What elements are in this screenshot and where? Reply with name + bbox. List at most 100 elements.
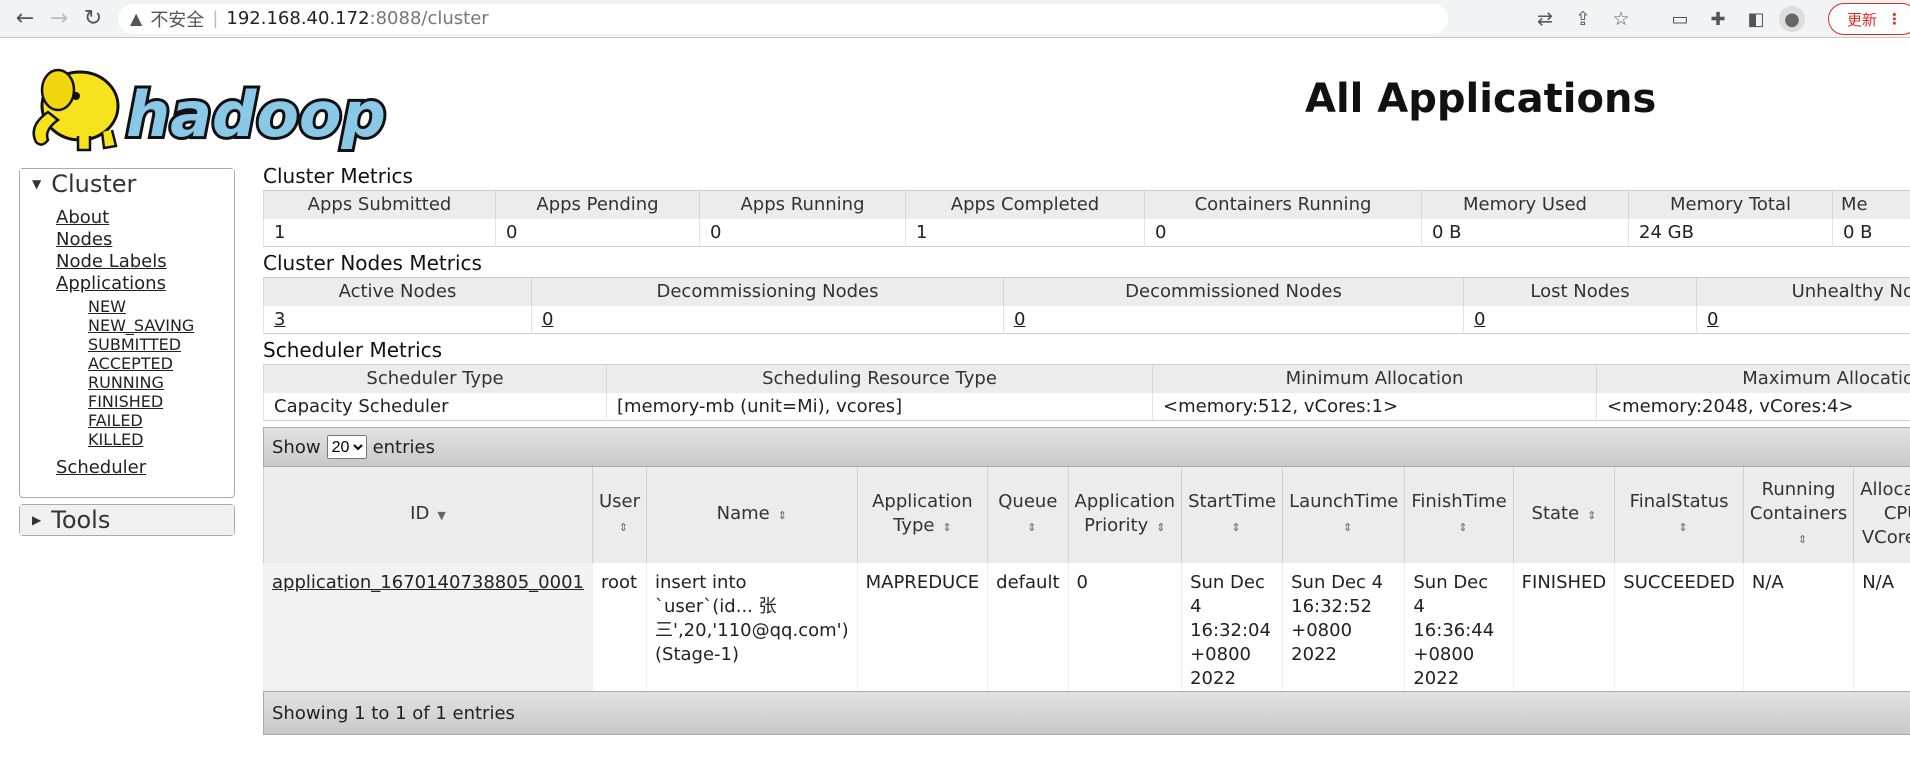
table-cell: Sun Dec 4 16:36:44 +0800 2022: [1404, 563, 1514, 691]
address-bar[interactable]: ▲ 不安全 | 192.168.40.172 :8088/cluster: [118, 3, 1448, 34]
column-header-start-time[interactable]: StartTime ⇕: [1181, 467, 1283, 563]
column-header-finish-time[interactable]: FinishTime ⇕: [1404, 467, 1514, 563]
active-nodes-link[interactable]: 3: [274, 309, 285, 330]
main-content: Cluster Metrics Apps Submitted Apps Pend…: [263, 162, 1910, 735]
side-panel-icon[interactable]: ◧: [1741, 4, 1771, 34]
entries-label: entries: [372, 436, 435, 458]
security-label: 不安全: [150, 9, 205, 31]
tools-panel[interactable]: ▶ Tools: [19, 504, 235, 536]
column-header-priority[interactable]: Application Priority ⇕: [1067, 467, 1182, 563]
table-cell: 0: [495, 218, 700, 247]
sidebar-link-accepted[interactable]: ACCEPTED: [88, 354, 234, 373]
cluster-header[interactable]: ▼ Cluster: [20, 169, 234, 199]
sort-icon: ⇕: [1156, 521, 1166, 534]
table-row: application_1670140738805_0001 root inse…: [263, 563, 1910, 691]
sidebar-link-running[interactable]: RUNNING: [88, 373, 234, 392]
column-header-final-status[interactable]: FinalStatus ⇕: [1614, 467, 1744, 563]
sidebar-link-nodes[interactable]: Nodes: [56, 229, 234, 251]
cluster-metrics-title: Cluster Metrics: [263, 164, 413, 188]
menu-kebab-icon[interactable]: ⋮: [1887, 10, 1902, 28]
header-label: User: [598, 491, 641, 512]
datatable-length-bar: Show 20 entries: [263, 427, 1910, 467]
sort-icon: ⇕: [1231, 521, 1241, 534]
translate-icon[interactable]: ⇄: [1530, 4, 1560, 34]
decommissioned-nodes-link[interactable]: 0: [1014, 309, 1025, 330]
forward-button[interactable]: →: [42, 4, 76, 34]
table-cell: SUCCEEDED: [1614, 563, 1744, 691]
column-header-queue[interactable]: Queue ⇕: [987, 467, 1069, 563]
table-cell: <memory:512, vCores:1>: [1152, 392, 1597, 421]
header-label: Queue: [998, 491, 1058, 512]
column-header-name[interactable]: Name ⇕: [646, 467, 858, 563]
table-header: Scheduler Type: [263, 364, 607, 393]
hadoop-logo: hadoop hadoop: [32, 68, 389, 154]
sort-icon: ⇕: [1678, 521, 1688, 534]
header-label: Name: [716, 503, 770, 524]
sort-icon: ⇕: [618, 521, 629, 534]
separator: |: [212, 8, 219, 29]
table-header: Maximum Allocatio: [1596, 364, 1910, 393]
table-cell: 0: [1144, 218, 1422, 247]
sidebar-link-finished[interactable]: FINISHED: [88, 392, 234, 411]
column-header-allocated-vcores[interactable]: Allocated CPU VCores⇕: [1853, 467, 1910, 563]
table-cell: insert into `user`(id... 张三',20,'110@qq.…: [646, 563, 858, 691]
table-header: Memory Total: [1628, 190, 1833, 219]
header-label: ID: [410, 503, 430, 524]
table-header: Apps Pending: [495, 190, 700, 219]
header-label: LaunchTime: [1289, 491, 1399, 512]
table-cell: N/A: [1742, 563, 1854, 691]
header-label: Allocated CPU VCores: [1860, 479, 1910, 548]
column-header-launch-time[interactable]: LaunchTime ⇕: [1282, 467, 1405, 563]
profile-avatar-icon[interactable]: ●: [1779, 6, 1805, 32]
sidebar-link-new[interactable]: NEW: [88, 297, 234, 316]
sidebar-link-submitted[interactable]: SUBMITTED: [88, 335, 234, 354]
bookmark-star-icon[interactable]: ☆: [1606, 4, 1636, 34]
table-header: Active Nodes: [263, 277, 532, 306]
sidebar-link-killed[interactable]: KILLED: [88, 430, 234, 449]
header-label: Running Containers: [1749, 479, 1848, 524]
tools-label: Tools: [51, 506, 111, 534]
table-header: Apps Submitted: [263, 190, 496, 219]
sort-icon: ⇕: [1458, 521, 1468, 534]
lost-nodes-link[interactable]: 0: [1474, 309, 1485, 330]
unhealthy-nodes-link[interactable]: 0: [1707, 309, 1718, 330]
column-header-id[interactable]: ID ▼: [263, 467, 593, 563]
triangle-down-icon: ▼: [32, 177, 42, 191]
entries-info: Showing 1 to 1 of 1 entries: [272, 702, 515, 724]
app-state-links: NEW NEW_SAVING SUBMITTED ACCEPTED RUNNIN…: [56, 297, 234, 449]
reload-button[interactable]: ↻: [76, 4, 110, 34]
column-header-user[interactable]: User ⇕: [591, 467, 647, 563]
table-cell: 0: [699, 218, 906, 247]
table-cell: root: [591, 563, 647, 691]
table-cell: Capacity Scheduler: [263, 392, 607, 421]
column-header-app-type[interactable]: Application Type ⇕: [856, 467, 988, 563]
column-header-running-containers[interactable]: Running Containers ⇕: [1742, 467, 1854, 563]
sidebar-link-failed[interactable]: FAILED: [88, 411, 234, 430]
table-cell: MAPREDUCE: [856, 563, 988, 691]
sidebar-link-scheduler[interactable]: Scheduler: [56, 457, 234, 479]
scheduler-metrics-table: Scheduler Type Scheduling Resource Type …: [263, 364, 1910, 421]
sidebar: ▼ Cluster About Nodes Node Labels Applic…: [19, 168, 235, 536]
decommissioning-nodes-link[interactable]: 0: [542, 309, 553, 330]
url-host: 192.168.40.172: [226, 8, 370, 29]
share-icon[interactable]: ⇪: [1568, 4, 1598, 34]
table-cell: 1: [263, 218, 496, 247]
sidebar-link-about[interactable]: About: [56, 207, 234, 229]
sort-icon: ⇕: [1343, 521, 1353, 534]
sidebar-link-new-saving[interactable]: NEW_SAVING: [88, 316, 234, 335]
table-cell: 0 B: [1421, 218, 1629, 247]
sidebar-link-node-labels[interactable]: Node Labels: [56, 251, 234, 273]
puzzle-extensions-icon[interactable]: ✚: [1703, 4, 1733, 34]
tools-header[interactable]: ▶ Tools: [20, 505, 234, 535]
back-button[interactable]: ←: [8, 4, 42, 34]
cluster-metrics-table: Apps Submitted Apps Pending Apps Running…: [263, 190, 1910, 247]
warning-icon: ▲: [130, 9, 143, 28]
update-button[interactable]: 更新 ⋮: [1828, 3, 1910, 35]
application-id-link[interactable]: application_1670140738805_0001: [272, 572, 584, 593]
extension-icon[interactable]: ▭: [1665, 4, 1695, 34]
table-header: Memory Used: [1421, 190, 1629, 219]
column-header-state[interactable]: State ⇕: [1512, 467, 1615, 563]
sidebar-link-applications[interactable]: Applications: [56, 273, 234, 295]
page-size-select[interactable]: 20: [326, 435, 367, 459]
table-cell: Sun Dec 4 16:32:04 +0800 2022: [1181, 563, 1283, 691]
